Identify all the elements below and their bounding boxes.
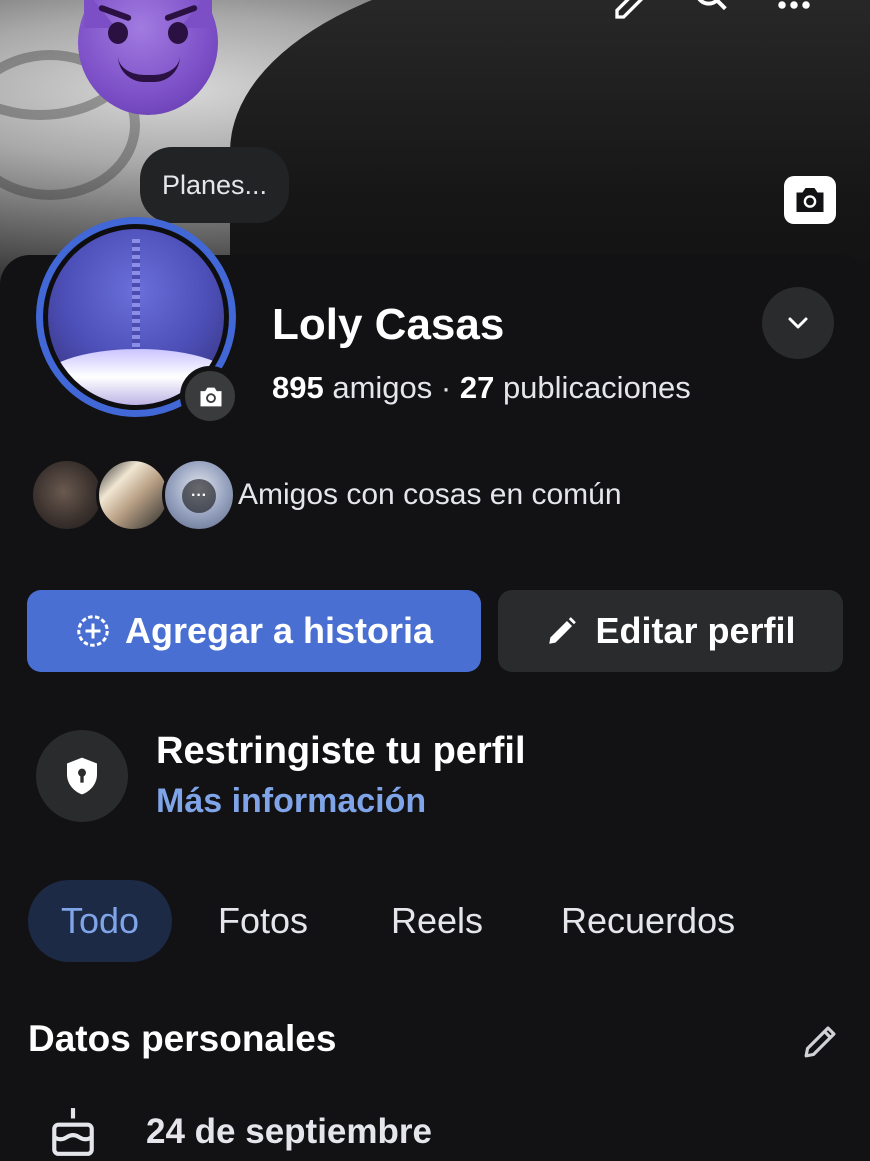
add-story-button[interactable]: Agregar a historia xyxy=(27,590,481,672)
edit-icon[interactable] xyxy=(612,0,652,29)
restricted-title: Restringiste tu perfil xyxy=(156,730,526,772)
tab-recuerdos[interactable]: Recuerdos xyxy=(561,880,735,962)
friend-avatar xyxy=(30,458,104,532)
tab-todo[interactable]: Todo xyxy=(28,880,172,962)
status-bubble[interactable]: Planes... xyxy=(140,147,290,223)
restricted-badge xyxy=(36,730,128,822)
birthday-cake-icon xyxy=(52,1108,94,1156)
friend-avatar-more: ··· xyxy=(162,458,236,532)
pencil-icon xyxy=(549,617,577,644)
mutual-friends-text[interactable]: Amigos con cosas en común xyxy=(238,478,622,512)
cover-camera-button[interactable] xyxy=(784,176,836,224)
add-story-label: Agregar a historia xyxy=(124,610,434,651)
chevron-down-icon xyxy=(788,317,808,329)
more-icon[interactable] xyxy=(776,0,812,29)
posts-count: 27 xyxy=(459,370,495,405)
friends-label: amigos · xyxy=(323,370,460,405)
edit-details-icon[interactable] xyxy=(800,1020,842,1062)
profile-name: Loly Casas xyxy=(272,300,505,349)
add-circle-icon xyxy=(77,615,109,647)
more-dots: ··· xyxy=(182,479,216,513)
personal-details-title: Datos personales xyxy=(28,1018,337,1059)
birthday-value: 24 de septiembre xyxy=(146,1112,432,1151)
profile-options-button[interactable] xyxy=(762,287,834,359)
camera-icon xyxy=(796,188,824,212)
edit-profile-label: Editar perfil xyxy=(595,610,796,651)
camera-icon xyxy=(200,387,222,407)
tab-reels[interactable]: Reels xyxy=(391,880,483,962)
posts-label: publicaciones xyxy=(494,370,691,405)
tab-fotos[interactable]: Fotos xyxy=(218,880,308,962)
friends-count: 895 xyxy=(272,370,324,405)
search-icon[interactable] xyxy=(690,0,734,29)
avatar-camera-button[interactable] xyxy=(180,366,240,426)
more-info-link[interactable]: Más información xyxy=(156,782,426,821)
friend-avatar xyxy=(96,458,170,532)
shield-lock-icon xyxy=(67,757,97,795)
profile-stats[interactable]: 895 amigos · 27 publicaciones xyxy=(272,370,691,406)
edit-profile-button[interactable]: Editar perfil xyxy=(498,590,843,672)
